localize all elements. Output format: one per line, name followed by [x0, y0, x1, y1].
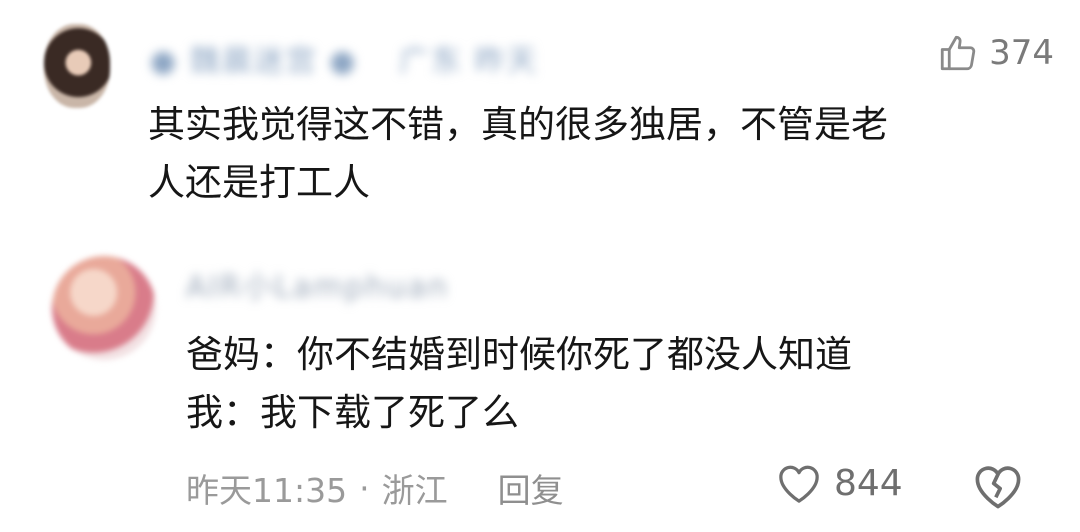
- like-button[interactable]: 844: [776, 462, 903, 504]
- timestamp: 昨天11:35: [186, 471, 348, 510]
- heart-outline-icon: [776, 462, 822, 504]
- comment-text-line: 我：我下载了死了么: [186, 391, 519, 434]
- username-blurred[interactable]: ● 魏晨迷宫 ● 广东 昨天: [150, 36, 539, 80]
- avatar[interactable]: [44, 24, 110, 108]
- like-count: 844: [834, 462, 903, 504]
- location-tags: 广东 昨天: [398, 44, 539, 79]
- comment-meta: 昨天11:35 · 浙江 回复: [186, 464, 564, 512]
- like-button[interactable]: 374: [937, 32, 1054, 74]
- avatar[interactable]: [52, 256, 156, 360]
- comment-text-line: 其实我觉得这不错，真的很多独居，不管是老: [148, 103, 888, 146]
- comment-text: 爸妈：你不结婚到时候你死了都没人知道 我：我下载了死了么: [186, 326, 852, 442]
- username-text: AIR小Lamphuan: [186, 270, 450, 305]
- location: 浙江: [381, 471, 448, 510]
- username-text: ● 魏晨迷宫 ●: [150, 44, 358, 79]
- comment-text-line: 爸妈：你不结婚到时候你死了都没人知道: [186, 333, 852, 376]
- broken-heart-icon: [972, 462, 1024, 510]
- comment-text-line: 人还是打工人: [148, 161, 370, 204]
- separator: ·: [359, 468, 370, 508]
- reply-button[interactable]: 回复: [498, 464, 564, 512]
- like-count: 374: [989, 33, 1054, 73]
- username-blurred[interactable]: AIR小Lamphuan: [186, 262, 449, 306]
- dislike-button[interactable]: [972, 462, 1024, 510]
- thumbs-up-icon: [937, 32, 979, 74]
- comment-text: 其实我觉得这不错，真的很多独居，不管是老 人还是打工人: [148, 96, 888, 212]
